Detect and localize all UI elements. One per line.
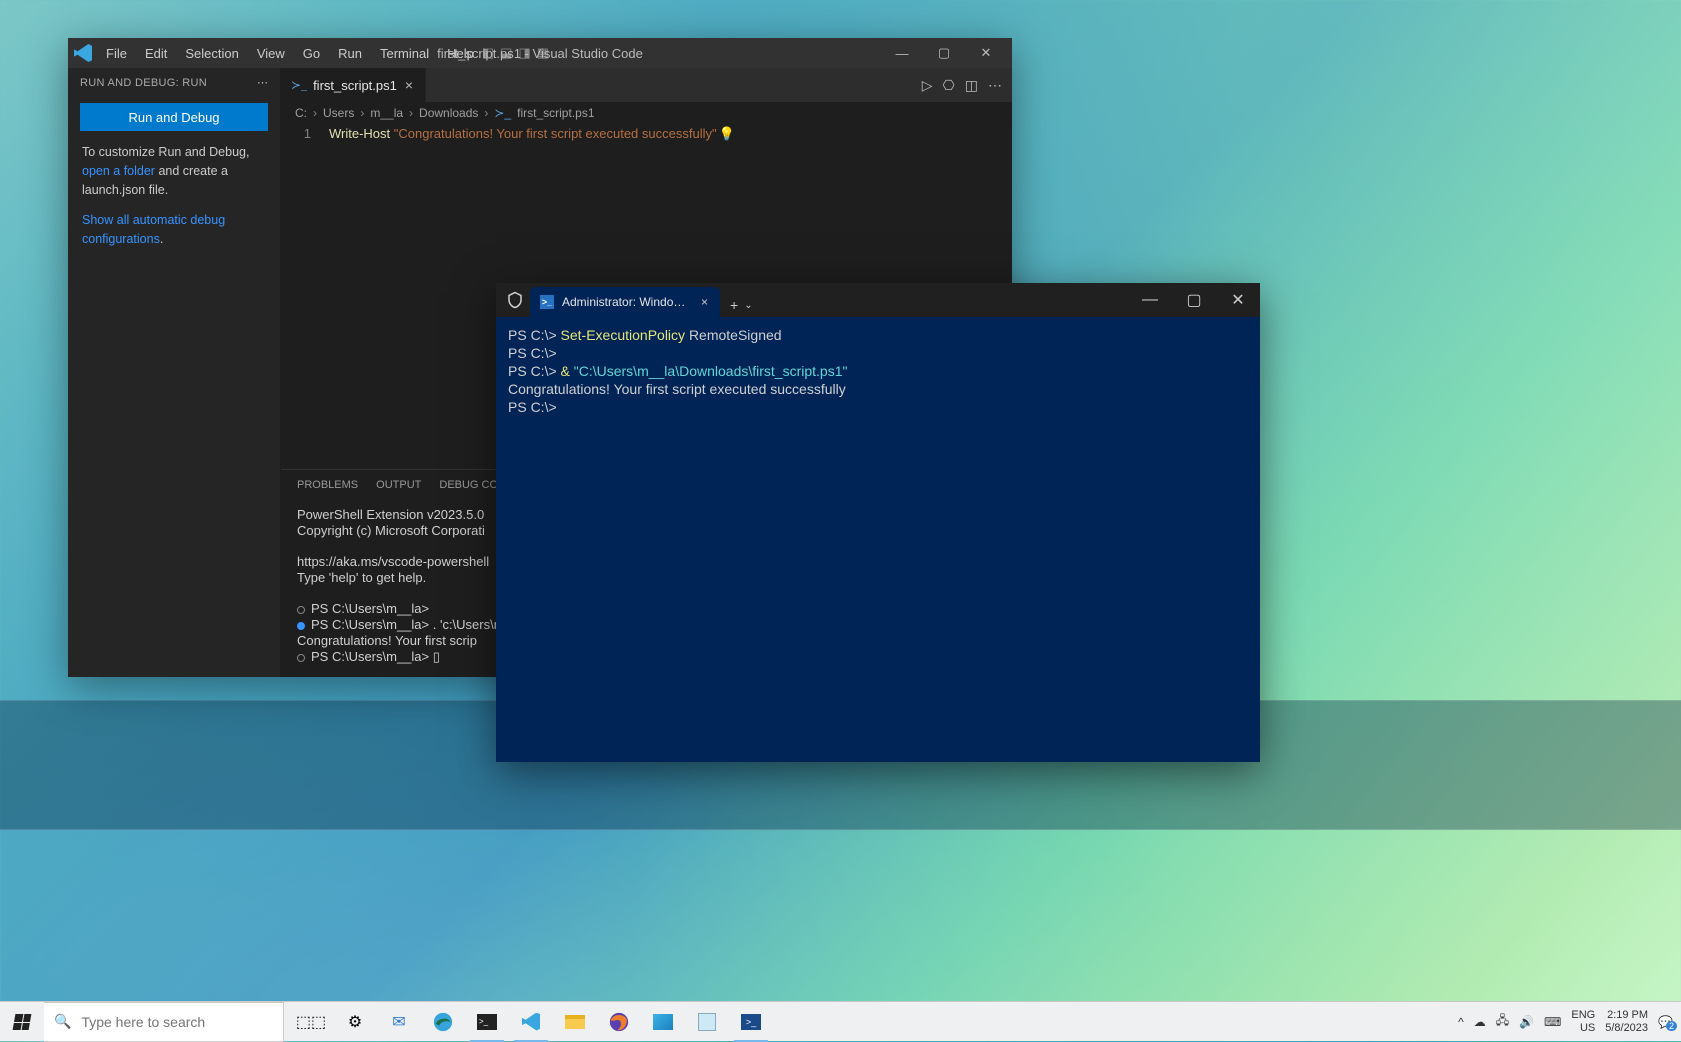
taskbar-explorer-icon[interactable] [554,1002,596,1042]
line-number: 1 [281,126,329,467]
taskbar-mail-icon[interactable]: ✉ [378,1002,420,1042]
run-config-icon[interactable]: ⎔ [943,77,955,94]
lightbulb-icon[interactable]: 💡 [719,126,735,141]
start-button[interactable] [0,1002,44,1042]
taskbar-vscode-icon[interactable] [510,1002,552,1042]
maximize-button[interactable]: ▢ [924,38,964,68]
taskbar: 🔍 ⬚⬚ ⚙ ✉ >_ >_ ^ ☁ 🖧 🔊 ⌨ ENGUS 2:19 PM5/… [0,1001,1681,1041]
vscode-titlebar[interactable]: File Edit Selection View Go Run Terminal… [68,38,1012,68]
terminal-maximize-button[interactable]: ▢ [1172,285,1216,315]
terminal-tab-label: Administrator: Windows Powe [562,295,691,309]
tray-volume-icon[interactable]: 🔊 [1519,1015,1534,1029]
menu-terminal[interactable]: Terminal [372,42,437,65]
tab-label: first_script.ps1 [313,78,397,93]
cortana-icon [272,1011,273,1033]
tab-close-icon[interactable]: × [403,77,415,93]
vscode-logo-icon [74,44,92,62]
menu-edit[interactable]: Edit [137,42,175,65]
sidebar-more-icon[interactable]: ⋯ [257,76,268,89]
terminal-close-button[interactable]: ✕ [1216,285,1260,315]
task-view-icon[interactable]: ⬚⬚ [290,1002,332,1042]
split-editor-icon[interactable]: ◫ [965,77,978,94]
new-tab-icon[interactable]: + [730,297,738,313]
powershell-file-icon: ≻_ [291,78,307,93]
tab-first-script[interactable]: ≻_ first_script.ps1 × [281,68,426,102]
taskbar-photos-icon[interactable] [642,1002,684,1042]
tray-clock[interactable]: 2:19 PM5/8/2023 [1605,1009,1648,1033]
vscode-title: first_script.ps1 - Visual Studio Code [437,46,643,61]
minimize-button[interactable]: — [882,38,922,68]
menu-view[interactable]: View [249,42,293,65]
vscode-menu: File Edit Selection View Go Run Terminal… [98,42,482,65]
tray-keyboard-icon[interactable]: ⌨ [1544,1015,1561,1029]
sidebar-panel-title: RUN AND DEBUG: RUN [80,77,207,89]
menu-file[interactable]: File [98,42,135,65]
close-button[interactable]: ✕ [966,38,1006,68]
search-input[interactable] [81,1014,262,1030]
terminal-output[interactable]: PS C:\> Set-ExecutionPolicy RemoteSigned… [496,317,1260,762]
tray-chevron-icon[interactable]: ^ [1458,1015,1464,1029]
run-and-debug-button[interactable]: Run and Debug [80,103,268,131]
tray-language[interactable]: ENGUS [1571,1009,1595,1033]
taskbar-edge-icon[interactable] [422,1002,464,1042]
run-icon[interactable]: ▷ [922,77,933,94]
powershell-icon: >_ [540,295,554,309]
tray-onedrive-icon[interactable]: ☁ [1474,1015,1486,1029]
menu-go[interactable]: Go [295,42,328,65]
taskbar-cmd-icon[interactable]: >_ [466,1002,508,1042]
taskbar-settings-icon[interactable]: ⚙ [334,1002,376,1042]
windows-terminal-window: >_ Administrator: Windows Powe × + ⌄ — ▢… [496,283,1260,762]
editor-more-icon[interactable]: ⋯ [988,77,1002,94]
breadcrumb[interactable]: C:› Users› m__la› Downloads› ≻_>_ first_… [281,102,1012,124]
panel-tab-problems[interactable]: PROBLEMS [297,479,358,491]
windows-logo-icon [13,1014,32,1030]
sidebar-hint: To customize Run and Debug, open a folde… [68,143,280,199]
tray-network-icon[interactable]: 🖧 [1496,1011,1509,1032]
system-tray: ^ ☁ 🖧 🔊 ⌨ ENGUS 2:19 PM5/8/2023 💬2 [1450,1002,1681,1042]
action-center-icon[interactable]: 💬2 [1658,1015,1673,1029]
menu-selection[interactable]: Selection [177,42,246,65]
panel-tab-output[interactable]: OUTPUT [376,479,421,491]
taskbar-notepad-icon[interactable] [686,1002,728,1042]
terminal-titlebar[interactable]: >_ Administrator: Windows Powe × + ⌄ — ▢… [496,283,1260,317]
taskbar-firefox-icon[interactable] [598,1002,640,1042]
editor-tabs: ≻_ first_script.ps1 × ▷ ⎔ ◫ ⋯ [281,68,1012,102]
taskbar-powershell-icon[interactable]: >_ [730,1002,772,1042]
terminal-minimize-button[interactable]: — [1128,285,1172,315]
terminal-tab[interactable]: >_ Administrator: Windows Powe × [530,287,720,317]
taskbar-search[interactable]: 🔍 [44,1002,284,1042]
admin-shield-icon [506,291,524,309]
open-folder-link[interactable]: open a folder [82,164,155,178]
show-configs-link[interactable]: Show all automatic debug configurations [82,213,225,246]
menu-run[interactable]: Run [330,42,370,65]
search-icon: 🔍 [54,1013,71,1030]
run-debug-sidebar: RUN AND DEBUG: RUN ⋯ Run and Debug To cu… [68,68,281,677]
terminal-tab-close-icon[interactable]: × [699,295,710,309]
tab-dropdown-icon[interactable]: ⌄ [744,300,752,311]
